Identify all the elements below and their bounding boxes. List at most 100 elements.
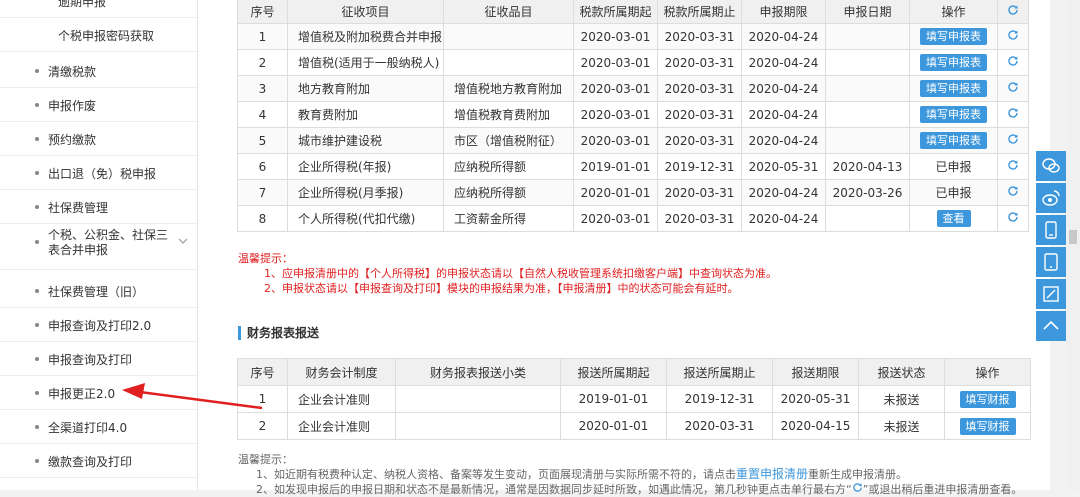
fill-declaration-button[interactable]: 填写申报表 [920, 132, 987, 149]
sidebar-item-label: 缴款查询及打印 [48, 455, 133, 469]
table-cell: 2020-03-01 [573, 75, 658, 102]
notice-title: 温馨提示： [238, 252, 293, 265]
table-cell: 2020-04-15 [772, 412, 859, 440]
table-cell: 2020-04-24 [741, 101, 826, 128]
column-header: 报送期限 [772, 358, 859, 386]
bullet-icon [35, 459, 39, 463]
refresh-cell[interactable] [997, 49, 1029, 76]
refresh-cell[interactable] [997, 179, 1029, 206]
table-cell: 2020-03-31 [657, 205, 742, 232]
table-row: 7 企业所得税(月季报) 应纳税所得额 2020-01-01 2020-03-31 202… [237, 179, 1029, 206]
table-cell: 增值税(适用于一般纳税人) [287, 49, 444, 76]
refresh-all-cell[interactable] [997, 0, 1029, 24]
table-cell: 2019-12-31 [657, 153, 742, 180]
refresh-icon[interactable] [1007, 159, 1019, 171]
table-cell: 2020-04-24 [741, 23, 826, 50]
refresh-icon[interactable] [1007, 133, 1019, 145]
back-to-top-button[interactable] [1036, 311, 1066, 341]
table-cell [395, 385, 561, 413]
refresh-cell[interactable] [997, 153, 1029, 180]
table-row: 3 地方教育附加 增值税地方教育附加 2020-03-01 2020-03-31 2020… [237, 75, 1029, 102]
refresh-cell[interactable] [997, 101, 1029, 128]
status-text: 已申报 [935, 160, 972, 174]
table-cell: 2020-03-01 [573, 205, 658, 232]
table-cell [825, 49, 910, 76]
column-header: 报送所属期起 [560, 358, 667, 386]
table-cell: 2020-05-31 [772, 385, 859, 413]
weibo-button[interactable] [1036, 183, 1066, 213]
table-cell: 2020-03-31 [657, 75, 742, 102]
table-cell: 未报送 [858, 385, 945, 413]
warning-notice: 温馨提示： 1、应申报清册中的【个人所得税】的申报状态请以【自然人税收管理系统扣… [238, 251, 777, 296]
notice-text: 重新生成申报清册。 [808, 468, 908, 481]
table-row: 1 增值税及附加税费合并申报 2020-03-01 2020-03-31 2020-04… [237, 23, 1029, 50]
table-cell: 2020-03-31 [657, 127, 742, 154]
column-header: 征收项目 [287, 0, 444, 24]
scrollbar[interactable] [1066, 0, 1080, 490]
column-header: 申报期限 [741, 0, 826, 24]
scrollbar-thumb[interactable] [1069, 230, 1077, 244]
table-cell [825, 101, 910, 128]
table-cell: 地方教育附加 [287, 75, 444, 102]
table-row: 4 教育费附加 增值税教育费附加 2020-03-01 2020-03-31 2020-0… [237, 101, 1029, 128]
table-cell: 企业所得税(年报) [287, 153, 444, 180]
reset-list-link[interactable]: 重置申报清册 [736, 467, 808, 481]
refresh-cell[interactable] [997, 127, 1029, 154]
fill-financial-report-button[interactable]: 填写财报 [959, 390, 1016, 408]
table-cell [825, 23, 910, 50]
refresh-icon[interactable] [1007, 4, 1019, 16]
table-cell: 2020-03-31 [657, 49, 742, 76]
wechat-button[interactable] [1036, 151, 1066, 181]
refresh-icon[interactable] [1007, 81, 1019, 93]
table-cell: 应纳税所得额 [443, 179, 574, 206]
fill-financial-report-button[interactable]: 填写财报 [959, 417, 1016, 435]
table-cell: 2020-03-01 [573, 101, 658, 128]
column-header: 财务报表报送小类 [395, 358, 561, 386]
column-header: 报送状态 [858, 358, 945, 386]
fill-declaration-button[interactable]: 填写申报表 [920, 106, 987, 123]
refresh-cell[interactable] [997, 205, 1029, 232]
table-cell: 填写财报 [944, 385, 1031, 413]
fill-declaration-button[interactable]: 填写申报表 [920, 80, 987, 97]
sidebar-item-payment-query[interactable]: 缴款查询及打印 [0, 444, 197, 478]
fill-declaration-button[interactable]: 填写申报表 [920, 54, 987, 71]
table-header-row: 序号 财务会计制度 财务报表报送小类 报送所属期起 报送所属期止 报送期限 报送… [237, 358, 1031, 386]
tablet-icon [1044, 253, 1058, 271]
table-cell: 城市维护建设税 [287, 127, 444, 154]
column-header: 税款所属期止 [657, 0, 742, 24]
column-header: 申报日期 [825, 0, 910, 24]
mobile-icon [1045, 221, 1057, 239]
feedback-button[interactable] [1036, 279, 1066, 309]
tips-notice: 温馨提示： 1、如近期有税费种认定、纳税人资格、备案等发生变动，页面展现清册与实… [238, 452, 1022, 497]
refresh-cell[interactable] [997, 23, 1029, 50]
tablet-button[interactable] [1036, 247, 1066, 277]
table-cell: 2019-12-31 [666, 385, 773, 413]
refresh-icon [852, 483, 862, 492]
bullet-icon [35, 425, 39, 429]
refresh-icon[interactable] [1007, 185, 1019, 197]
refresh-icon[interactable] [1007, 107, 1019, 119]
refresh-cell[interactable] [997, 75, 1029, 102]
refresh-icon[interactable] [1007, 55, 1019, 67]
table-cell: 2020-03-31 [657, 23, 742, 50]
floating-toolbar [1036, 151, 1066, 343]
refresh-icon[interactable] [1007, 211, 1019, 223]
view-button[interactable]: 查看 [936, 210, 971, 227]
table-cell: 2020-04-13 [825, 153, 910, 180]
notice-title: 温馨提示： [238, 453, 293, 466]
financial-report-table: 序号 财务会计制度 财务报表报送小类 报送所属期起 报送所属期止 报送期限 报送… [237, 358, 1031, 440]
table-cell: 填写财报 [944, 412, 1031, 440]
table-cell: 应纳税所得额 [443, 153, 574, 180]
table-cell: 查看 [909, 205, 998, 232]
table-cell: 2020-03-31 [657, 101, 742, 128]
table-cell: 2020-03-01 [573, 23, 658, 50]
table-cell: 2020-04-24 [741, 127, 826, 154]
refresh-icon[interactable] [1007, 29, 1019, 41]
table-cell [825, 127, 910, 154]
table-cell: 2020-04-24 [741, 49, 826, 76]
fill-declaration-button[interactable]: 填写申报表 [920, 28, 987, 45]
mobile-button[interactable] [1036, 215, 1066, 245]
notice-line: 1、如近期有税费种认定、纳税人资格、备案等发生变动，页面展现清册与实际所需不符的… [238, 467, 1022, 482]
table-cell [443, 49, 574, 76]
edit-icon [1043, 286, 1059, 302]
